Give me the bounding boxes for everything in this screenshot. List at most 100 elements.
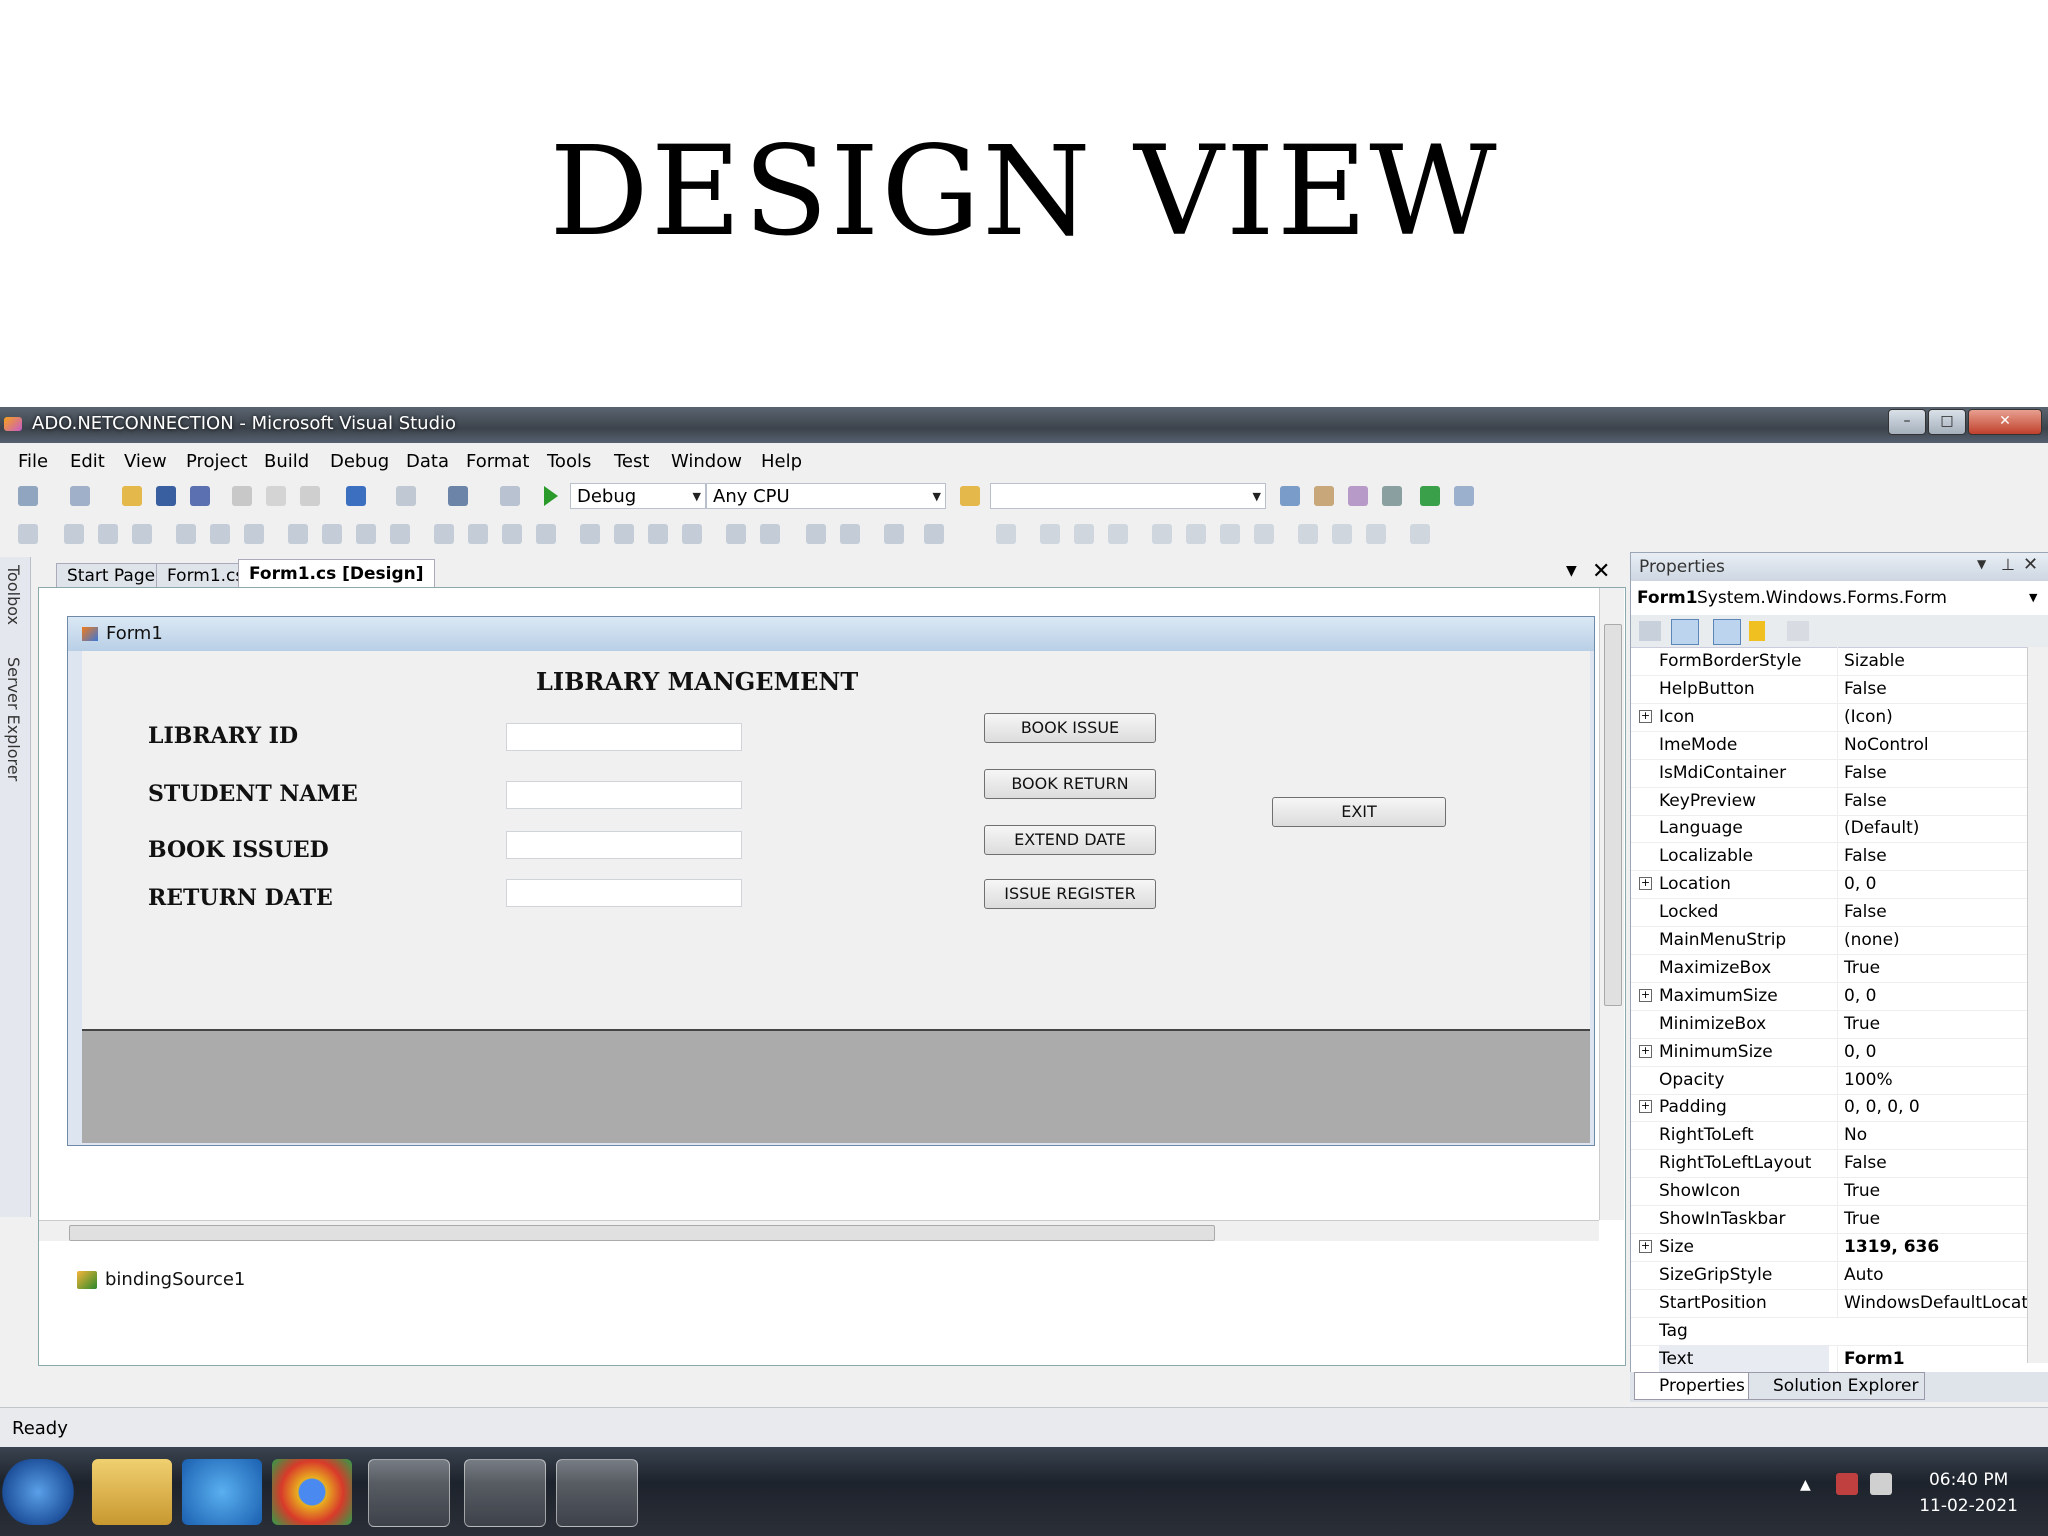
menu-test[interactable]: Test	[614, 451, 649, 472]
menu-edit[interactable]: Edit	[70, 451, 105, 472]
find-in-files-icon[interactable]	[960, 486, 980, 506]
find-box[interactable]: ▼	[990, 483, 1266, 509]
size-to-grid-icon[interactable]	[390, 524, 410, 544]
student-name-field[interactable]	[506, 781, 742, 809]
check-icon[interactable]	[1108, 524, 1128, 544]
property-value[interactable]: False	[1837, 758, 2034, 787]
platform-select[interactable]: Any CPU ▼	[706, 483, 946, 509]
extend-date-button[interactable]: EXTEND DATE	[984, 825, 1156, 855]
minimize-button[interactable]: –	[1888, 409, 1926, 435]
web-icon[interactable]	[1254, 524, 1274, 544]
options-icon[interactable]	[1410, 524, 1430, 544]
property-value[interactable]: 0, 0	[1837, 870, 2034, 899]
property-value[interactable]: (none)	[1837, 926, 2034, 954]
paste-icon[interactable]	[300, 486, 320, 506]
property-value[interactable]: Form1	[1837, 1344, 2034, 1373]
property-row[interactable]: StartPosition WindowsDefaultLocatic	[1631, 1288, 2034, 1318]
undo-icon[interactable]	[346, 486, 366, 506]
copy-icon[interactable]	[266, 486, 286, 506]
tab-form1-design[interactable]: Form1.cs [Design]	[238, 559, 435, 588]
center-vertically-icon[interactable]	[760, 524, 780, 544]
edit-icon[interactable]	[1152, 524, 1172, 544]
object-browser-icon[interactable]	[1348, 486, 1368, 506]
internet-explorer-icon[interactable]	[182, 1459, 262, 1525]
property-value[interactable]: NoControl	[1837, 730, 2034, 759]
categorized-icon[interactable]	[1639, 621, 1661, 641]
increase-vertical-spacing-icon[interactable]	[614, 524, 634, 544]
remove-vertical-spacing-icon[interactable]	[682, 524, 702, 544]
send-to-back-icon[interactable]	[840, 524, 860, 544]
expand-icon[interactable]: +	[1639, 709, 1652, 723]
align-middles-icon[interactable]	[210, 524, 230, 544]
expand-icon[interactable]: +	[1639, 988, 1652, 1002]
make-same-height-icon[interactable]	[322, 524, 342, 544]
find-icon[interactable]	[500, 486, 520, 506]
property-value[interactable]: 100%	[1837, 1065, 2034, 1094]
vertical-spacing-icon[interactable]	[580, 524, 600, 544]
property-row[interactable]: HelpButton False	[1631, 674, 2027, 704]
expand-icon[interactable]: +	[1639, 1044, 1652, 1058]
system-clock[interactable]: 06:40 PM 11-02-2021	[1919, 1467, 2018, 1519]
property-row[interactable]: ShowIcon True	[1631, 1177, 2027, 1207]
format-icon[interactable]	[996, 524, 1016, 544]
bookmark-icon[interactable]	[1074, 524, 1094, 544]
lock-controls-icon[interactable]	[884, 524, 904, 544]
save-all-icon[interactable]	[190, 486, 210, 506]
form1-window[interactable]: Form1 LIBRARY MANGEMENT LIBRARY ID STUDE…	[67, 616, 1595, 1146]
decrease-vertical-spacing-icon[interactable]	[648, 524, 668, 544]
scroll-thumb[interactable]	[69, 1225, 1215, 1241]
menu-build[interactable]: Build	[264, 451, 309, 472]
horizontal-spacing-icon[interactable]	[434, 524, 454, 544]
deploy-icon[interactable]	[1332, 524, 1352, 544]
scroll-thumb[interactable]	[1604, 624, 1622, 1006]
book-issue-button[interactable]: BOOK ISSUE	[984, 713, 1156, 743]
menu-data[interactable]: Data	[406, 451, 449, 472]
property-row[interactable]: Opacity 100%	[1631, 1065, 2027, 1095]
cut-icon[interactable]	[232, 486, 252, 506]
open-file-icon[interactable]	[122, 486, 142, 506]
comment-icon[interactable]	[1040, 524, 1060, 544]
object-selector[interactable]: Form1 System.Windows.Forms.Form ▼	[1631, 583, 2048, 613]
menu-help[interactable]: Help	[761, 451, 802, 472]
align-bottoms-icon[interactable]	[244, 524, 264, 544]
property-row[interactable]: RightToLeftLayout False	[1631, 1149, 2027, 1179]
increase-horizontal-spacing-icon[interactable]	[468, 524, 488, 544]
bring-to-front-icon[interactable]	[806, 524, 826, 544]
property-value[interactable]: (Icon)	[1837, 702, 2034, 731]
menu-project[interactable]: Project	[186, 451, 248, 472]
property-value[interactable]: False	[1837, 898, 2034, 927]
maximize-button[interactable]: □	[1928, 409, 1966, 435]
menu-view[interactable]: View	[124, 451, 167, 472]
tab-properties[interactable]: Properties	[1634, 1372, 1752, 1400]
property-row[interactable]: + Size 1319, 636	[1631, 1232, 2027, 1262]
align-to-grid-icon[interactable]	[18, 524, 38, 544]
property-value[interactable]: False	[1837, 786, 2034, 815]
property-row[interactable]: KeyPreview False	[1631, 786, 2027, 816]
property-row[interactable]: Localizable False	[1631, 842, 2027, 872]
tab-dropdown-icon[interactable]: ▼	[1566, 563, 1577, 579]
server-explorer-tab[interactable]: Server Explorer	[4, 657, 23, 781]
close-icon[interactable]: ✕	[2023, 554, 2038, 575]
visual-studio-taskbar-icon[interactable]	[368, 1459, 450, 1527]
properties-scrollbar[interactable]	[2027, 647, 2048, 1363]
property-value[interactable]: True	[1837, 953, 2034, 982]
refresh-icon[interactable]	[1220, 524, 1240, 544]
property-value[interactable]: False	[1837, 1149, 2034, 1178]
file-explorer-icon[interactable]	[92, 1459, 172, 1525]
make-same-width-icon[interactable]	[288, 524, 308, 544]
expand-icon[interactable]: +	[1639, 877, 1652, 891]
property-row[interactable]: + MaximumSize 0, 0	[1631, 981, 2027, 1011]
align-centers-icon[interactable]	[98, 524, 118, 544]
property-row[interactable]: Text Form1	[1631, 1344, 2027, 1374]
manage-icon[interactable]	[1366, 524, 1386, 544]
exit-button[interactable]: EXIT	[1272, 797, 1446, 827]
close-tab-icon[interactable]: ✕	[1592, 559, 1610, 584]
property-value[interactable]: True	[1837, 1177, 2034, 1206]
property-row[interactable]: + Location 0, 0	[1631, 870, 2027, 900]
property-row[interactable]: IsMdiContainer False	[1631, 758, 2027, 788]
align-tops-icon[interactable]	[176, 524, 196, 544]
tools-taskbar-icon[interactable]	[464, 1459, 546, 1527]
property-value[interactable]: False	[1837, 842, 2034, 871]
add-item-icon[interactable]	[70, 486, 90, 506]
volume-icon[interactable]	[1836, 1473, 1858, 1495]
